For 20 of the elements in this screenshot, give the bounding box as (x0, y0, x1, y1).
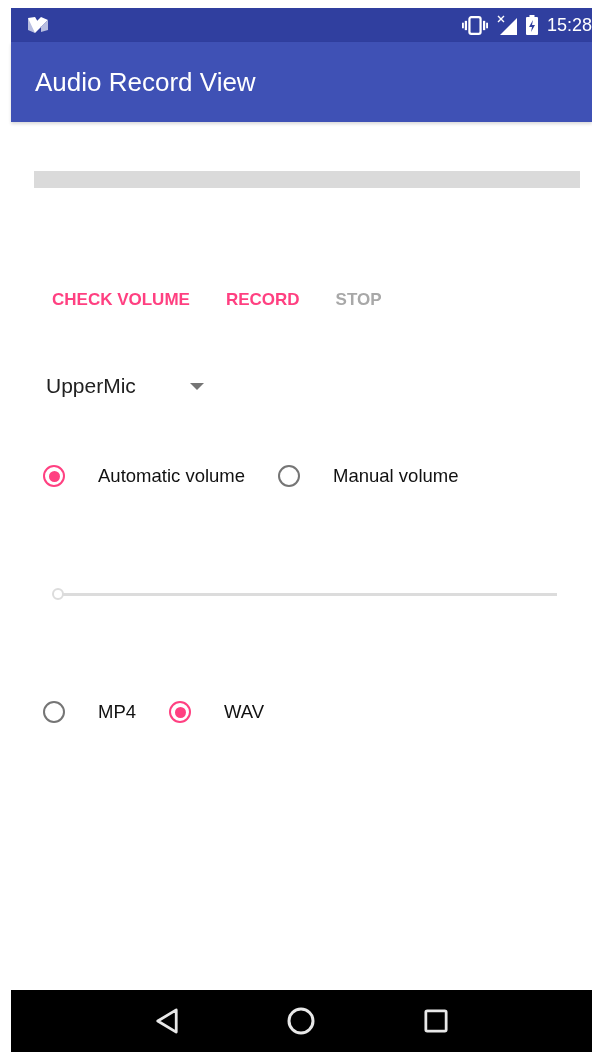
radio-button[interactable] (169, 701, 192, 723)
home-icon[interactable] (287, 1007, 316, 1035)
volume-slider[interactable] (52, 587, 557, 601)
clock-time: 15:28 (546, 14, 592, 36)
vibrate-icon (461, 15, 488, 35)
recents-icon[interactable] (423, 1009, 448, 1033)
radio-button[interactable] (43, 701, 65, 723)
notification-icon (27, 16, 49, 34)
radio-label[interactable]: MP4 (98, 701, 137, 723)
back-icon[interactable] (155, 1008, 180, 1034)
radio-label[interactable]: WAV (224, 701, 265, 723)
radio-label[interactable]: Automatic volume (98, 465, 246, 487)
radio-button[interactable] (43, 465, 65, 487)
caret-icon (190, 382, 204, 390)
microphone-dropdown[interactable]: UpperMic (46, 368, 204, 404)
radio-label[interactable]: Manual volume (333, 465, 459, 487)
battery-charging-icon (525, 15, 538, 35)
radio-button[interactable] (278, 465, 301, 487)
signal-icon (496, 15, 517, 35)
app-title: Audio Record View (35, 66, 256, 98)
